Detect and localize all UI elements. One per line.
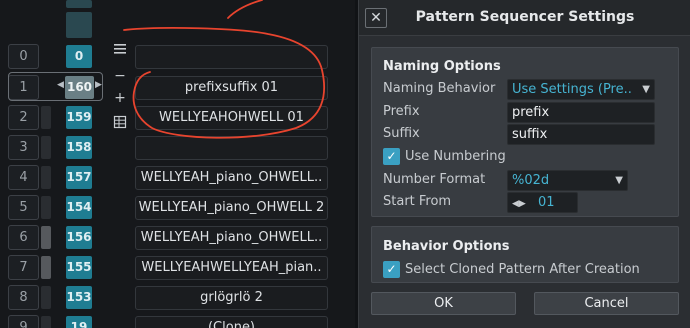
row-strip [41, 256, 51, 279]
dialog-titlebar: ✕ Pattern Sequencer Settings [359, 0, 690, 36]
sequence-row-0[interactable]: 0 0 [0, 41, 355, 71]
row-number: 9 [8, 315, 39, 328]
behavior-options-group: Behavior Options ✓ Select Cloned Pattern… [371, 226, 679, 283]
row-strip [41, 136, 51, 159]
remove-row-button[interactable]: − [112, 68, 128, 84]
ok-button[interactable]: OK [371, 292, 516, 315]
pattern-name[interactable]: WELLYEAHWELLYEAH_pian.. [135, 256, 328, 280]
naming-behavior-label: Naming Behavior [383, 81, 496, 96]
row-number: 5 [8, 195, 39, 220]
pattern-index[interactable]: 155 [66, 256, 92, 279]
sequence-row-7[interactable]: 7 155 WELLYEAHWELLYEAH_pian.. [0, 252, 355, 282]
naming-options-group: Naming Options Naming Behavior Use Setti… [371, 47, 679, 217]
pattern-index-spinner[interactable]: 160 [65, 76, 94, 99]
chevron-down-icon: ▼ [615, 175, 623, 186]
pattern-index[interactable]: 157 [66, 166, 92, 189]
row-number: 8 [8, 285, 39, 310]
row-strip [41, 316, 51, 328]
group-title: Naming Options [383, 59, 501, 74]
spin-arrows-icon[interactable]: ◀▶ [512, 199, 526, 209]
pattern-sequencer: 0 0 1 prefixsuffix 01 ◀ 160 ▶ 2 159 WELL… [0, 0, 355, 328]
sequence-row-8[interactable]: 8 153 grlögrlö 2 [0, 282, 355, 312]
spin-right-icon[interactable]: ▶ [95, 80, 102, 90]
row-strip [41, 166, 51, 189]
add-row-button[interactable]: + [112, 90, 128, 106]
pattern-name[interactable]: WELLYEAH_piano_OHWELL.. [135, 226, 328, 250]
prefix-input[interactable]: prefix [507, 102, 655, 123]
row-number: 3 [8, 135, 39, 160]
pattern-name[interactable]: (Clone) [135, 316, 328, 328]
row-number: 2 [8, 105, 39, 130]
dialog-title: Pattern Sequencer Settings [415, 9, 635, 25]
use-numbering-label: Use Numbering [405, 149, 506, 164]
suffix-label: Suffix [383, 126, 420, 141]
grid-icon[interactable] [112, 115, 128, 131]
pattern-index[interactable]: 156 [66, 226, 92, 249]
select-cloned-checkbox[interactable]: ✓ [383, 261, 400, 278]
chevron-down-icon: ▼ [642, 84, 650, 95]
list-icon[interactable] [112, 42, 128, 58]
pattern-index[interactable]: 19 [66, 316, 92, 328]
settings-dialog: ✕ Pattern Sequencer Settings Naming Opti… [358, 0, 690, 328]
pattern-name[interactable]: WELLYEAHOHWELL 01 [135, 106, 328, 130]
number-format-value: %02d [512, 173, 550, 188]
row-number: 7 [8, 255, 39, 280]
pattern-name[interactable]: WELLYEAH_piano_OHWELL 2 [135, 196, 328, 220]
scroll-partial-cell [66, 0, 92, 8]
sequence-row-5[interactable]: 5 154 WELLYEAH_piano_OHWELL 2 [0, 192, 355, 222]
prefix-label: Prefix [383, 104, 420, 119]
use-numbering-checkbox[interactable]: ✓ [383, 148, 400, 165]
pattern-index[interactable]: 158 [66, 136, 92, 159]
sequence-row-3[interactable]: 3 158 [0, 132, 355, 162]
number-format-dropdown[interactable]: %02d ▼ [507, 170, 628, 191]
pattern-name[interactable]: WELLYEAH_piano_OHWELL.. [135, 166, 328, 190]
cancel-button[interactable]: Cancel [534, 292, 679, 315]
pattern-name[interactable] [135, 136, 328, 160]
close-button[interactable]: ✕ [365, 8, 387, 28]
row-strip [41, 106, 51, 129]
group-title: Behavior Options [383, 239, 510, 254]
sequence-row-6[interactable]: 6 156 WELLYEAH_piano_OHWELL.. [0, 222, 355, 252]
number-format-label: Number Format [383, 172, 486, 187]
row-number: 4 [8, 165, 39, 190]
sequence-row-4[interactable]: 4 157 WELLYEAH_piano_OHWELL.. [0, 162, 355, 192]
pattern-name[interactable]: prefixsuffix 01 [135, 76, 328, 100]
naming-behavior-dropdown[interactable]: Use Settings (Pre.. ▼ [507, 79, 655, 100]
row-strip [41, 196, 51, 219]
suffix-input[interactable]: suffix [507, 124, 655, 145]
row-number: 6 [8, 225, 39, 250]
spin-left-icon[interactable]: ◀ [57, 80, 64, 90]
row-number: 0 [8, 44, 39, 69]
pattern-index[interactable]: 159 [66, 106, 92, 129]
start-from-spinner[interactable]: ◀▶ 01 [507, 192, 578, 213]
start-from-value: 01 [537, 195, 555, 210]
row-strip [41, 286, 51, 309]
pattern-name[interactable]: grlögrlö 2 [135, 286, 328, 310]
select-cloned-label: Select Cloned Pattern After Creation [405, 262, 640, 277]
pattern-name[interactable] [135, 45, 328, 69]
header-cell [66, 12, 92, 38]
sequence-row-2[interactable]: 2 159 WELLYEAHOHWELL 01 [0, 102, 355, 132]
sequence-row-9[interactable]: 9 19 (Clone) [0, 312, 355, 328]
pattern-index[interactable]: 154 [66, 196, 92, 219]
naming-behavior-value: Use Settings (Pre.. [512, 82, 632, 97]
row-strip [41, 226, 51, 249]
start-from-label: Start From [383, 194, 452, 209]
pattern-index[interactable]: 153 [66, 286, 92, 309]
pattern-index[interactable]: 0 [66, 45, 92, 68]
